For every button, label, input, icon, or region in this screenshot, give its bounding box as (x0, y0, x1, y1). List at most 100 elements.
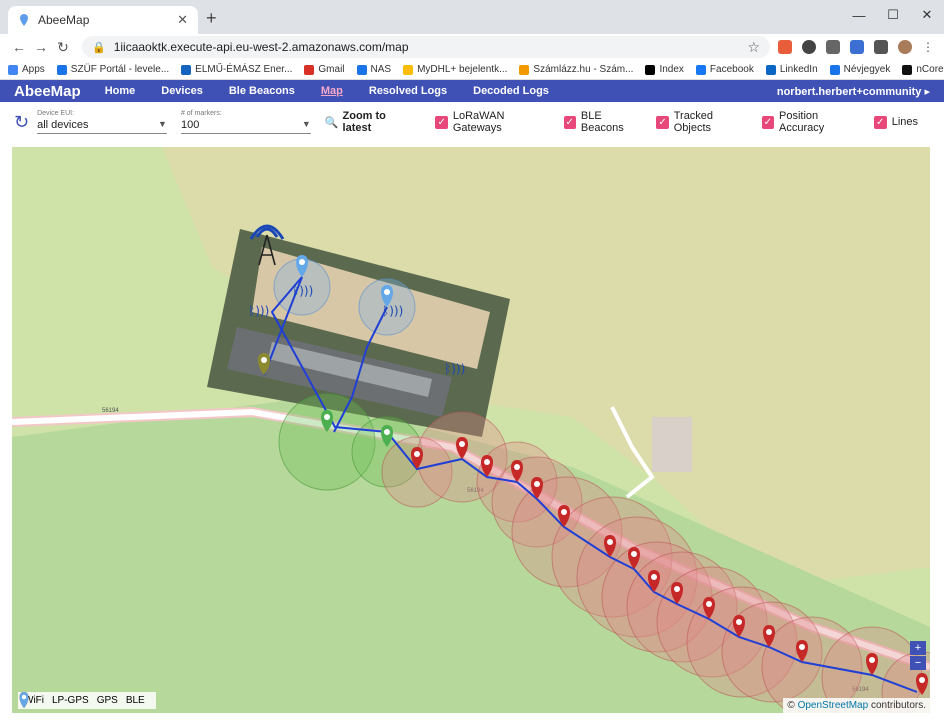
legend-label: GPS (96, 695, 118, 706)
extension-icon[interactable] (850, 40, 864, 54)
lock-icon: 🔒 (92, 41, 106, 54)
nav-resolved-logs[interactable]: Resolved Logs (369, 85, 447, 97)
road-label: 56194 (102, 408, 119, 414)
url-text: 1iicaaoktk.execute-api.eu-west-2.amazona… (113, 40, 409, 54)
bookmark-icon (8, 64, 18, 75)
refresh-icon[interactable]: ↻ (14, 112, 29, 133)
window-close-icon[interactable]: ✕ (910, 0, 944, 30)
map-zoom-control: + − (910, 641, 926, 670)
nav-devices[interactable]: Devices (161, 85, 203, 97)
bookmark-item[interactable]: nCore (902, 64, 944, 75)
bookmark-item[interactable]: MyDHL+ bejelentk... (403, 64, 507, 75)
checkbox-lorawan-gateways[interactable]: ✓ LoRaWAN Gateways (435, 110, 551, 134)
zoom-to-latest-button[interactable]: 🔍 Zoom to latest (325, 110, 414, 134)
markers-select[interactable]: # of markers: 100 ▼ (180, 110, 311, 134)
bookmark-icon (765, 64, 776, 75)
map-legend: WiFi LP-GPS GPS BLE (18, 692, 156, 709)
map-attribution: © OpenStreetMap contributors. (783, 698, 930, 713)
close-tab-icon[interactable]: ✕ (177, 12, 188, 28)
ble-beacon-icon[interactable]: ᛒ))) (248, 304, 269, 318)
ble-beacon-icon[interactable]: ᛒ))) (382, 304, 403, 318)
checkbox-position-accuracy[interactable]: ✓ Position Accuracy (761, 110, 862, 134)
star-icon[interactable]: ☆ (747, 39, 760, 56)
bookmark-item[interactable]: Gmail (304, 64, 345, 75)
reload-icon[interactable]: ↻ (52, 39, 74, 56)
zoom-in-button[interactable]: + (910, 641, 926, 655)
legend-item: LP-GPS (19, 692, 89, 708)
address-bar: ← → ↻ 🔒 1iicaaoktk.execute-api.eu-west-2… (0, 34, 944, 60)
bookmark-label: Index (659, 64, 684, 75)
bookmark-icon (902, 64, 913, 75)
legend-item: GPS (19, 692, 118, 708)
bookmark-item[interactable]: Index (645, 64, 684, 75)
bookmarks-bar: Apps SZÜF Portál - levele... ELMŰ-ÉMÁSZ En… (0, 60, 944, 80)
maximize-icon[interactable]: ☐ (876, 0, 910, 30)
nav-decoded-logs[interactable]: Decoded Logs (473, 85, 549, 97)
extension-icon[interactable] (826, 40, 840, 54)
checkbox-checked-icon: ✓ (873, 115, 887, 129)
checkbox-label: Position Accuracy (779, 110, 825, 134)
back-icon[interactable]: ← (8, 39, 30, 55)
bookmark-icon (356, 64, 367, 75)
nav-ble-beacons[interactable]: Ble Beacons (229, 85, 295, 97)
legend-label: LP-GPS (52, 695, 89, 706)
bookmark-icon (645, 64, 656, 75)
attribution-suffix: contributors. (870, 700, 926, 711)
app-brand: AbeeMap (14, 82, 81, 100)
bookmark-icon (304, 64, 315, 75)
device-select[interactable]: Device EUI: all devices ▼ (37, 110, 167, 134)
checkbox-checked-icon: ✓ (656, 115, 669, 129)
user-menu[interactable]: norbert.herbert+community ▸ (777, 85, 930, 98)
bookmark-item[interactable]: Névjegyek (829, 64, 891, 75)
bookmark-item[interactable]: LinkedIn (765, 64, 818, 75)
ble-beacon-icon[interactable]: ᛒ))) (292, 284, 313, 298)
puzzle-icon[interactable] (874, 40, 888, 54)
forward-icon[interactable]: → (30, 39, 52, 55)
checkbox-checked-icon: ✓ (761, 115, 774, 129)
bookmark-item[interactable]: SZÜF Portál - levele... (56, 64, 170, 75)
extension-icon[interactable] (802, 40, 816, 54)
nav-map[interactable]: Map (321, 85, 343, 97)
bookmark-icon (181, 64, 192, 75)
bookmark-item[interactable]: Apps (8, 64, 45, 75)
nav-home[interactable]: Home (105, 85, 136, 97)
user-name: norbert.herbert+community (776, 85, 922, 98)
extensions: ⋮ (778, 40, 936, 54)
bookmark-label: Apps (22, 64, 45, 75)
browser-tab[interactable]: AbeeMap ✕ (8, 6, 198, 34)
bookmark-item[interactable]: NAS (356, 64, 392, 75)
attribution-prefix: © (787, 700, 795, 711)
bookmark-label: nCore (916, 64, 944, 75)
checkbox-lines[interactable]: ✓ Lines (873, 115, 918, 129)
chevron-down-icon: ▼ (301, 119, 311, 129)
extension-icon[interactable] (778, 40, 792, 54)
bookmark-item[interactable]: ELMŰ-ÉMÁSZ Ener... (181, 64, 292, 75)
bookmark-item[interactable]: Facebook (695, 64, 754, 75)
checkbox-label: Lines (891, 116, 918, 128)
bookmark-icon (519, 64, 530, 75)
checkbox-tracked-objects[interactable]: ✓ Tracked Objects (656, 110, 749, 134)
url-input[interactable]: 🔒 1iicaaoktk.execute-api.eu-west-2.amazo… (82, 36, 770, 58)
ble-beacon-icon[interactable]: ᛒ))) (444, 362, 465, 376)
checkbox-ble-beacons[interactable]: ✓ BLE Beacons (563, 110, 645, 134)
checkbox-label: LoRaWAN Gateways (452, 110, 505, 134)
checkbox-label: BLE Beacons (580, 110, 624, 134)
minimize-icon[interactable]: — (842, 0, 876, 30)
markers-select-value: 100 (180, 119, 200, 131)
bookmark-item[interactable]: Számlázz.hu - Szám... (519, 64, 633, 75)
zoom-out-button[interactable]: − (910, 656, 926, 670)
chevron-down-icon: ▼ (158, 119, 167, 129)
new-tab-icon[interactable]: + (206, 8, 217, 29)
bookmark-label: Facebook (709, 64, 754, 75)
bookmark-label: Névjegyek (843, 64, 891, 75)
bookmark-label: SZÜF Portál - levele... (70, 64, 170, 75)
map-canvas[interactable]: 56194 56194 56194 ᛒ))) ᛒ))) ᛒ))) ᛒ))) + … (12, 147, 930, 713)
app-bar: AbeeMap Home Devices Ble Beacons Map Res… (0, 80, 944, 102)
legend-label: BLE (125, 695, 145, 706)
osm-link[interactable]: OpenStreetMap (798, 700, 869, 711)
bookmark-label: NAS (370, 64, 392, 75)
menu-icon[interactable]: ⋮ (922, 40, 936, 54)
map-toolbar: ↻ Device EUI: all devices ▼ # of markers:… (0, 102, 944, 142)
browser-tabbar: AbeeMap ✕ + — ☐ ✕ (0, 0, 944, 34)
avatar[interactable] (898, 40, 912, 54)
